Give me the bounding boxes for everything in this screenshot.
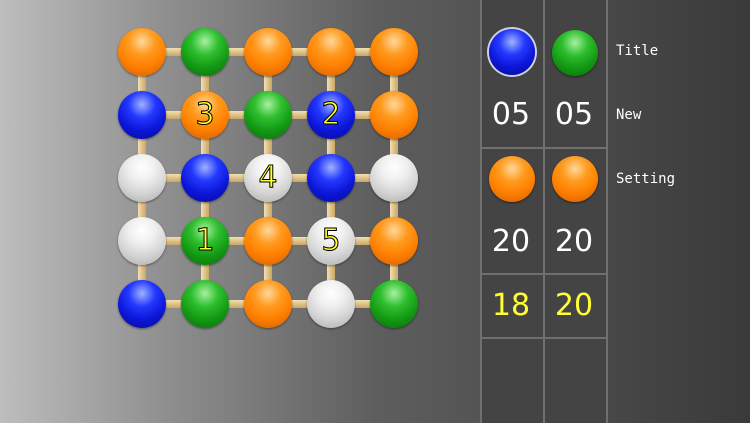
ball-number-label: 3: [195, 97, 215, 133]
player-1-remaining: 20: [491, 224, 531, 259]
board-ball-orange[interactable]: [244, 280, 292, 328]
panel-divider: [543, 0, 545, 423]
player-2-score: 05: [554, 97, 594, 132]
board-ball-white[interactable]: 5: [307, 217, 355, 265]
title-button[interactable]: Title: [616, 43, 658, 59]
settings-button[interactable]: Setting: [616, 171, 675, 187]
board-ball-green[interactable]: [244, 91, 292, 139]
board-ball-blue[interactable]: [118, 91, 166, 139]
board-ball-green[interactable]: 1: [181, 217, 229, 265]
board-ball-blue[interactable]: [181, 154, 229, 202]
board-ball-blue[interactable]: [307, 154, 355, 202]
board-ball-orange[interactable]: [370, 28, 418, 76]
board-ball-white[interactable]: [118, 154, 166, 202]
panel-divider: [480, 0, 482, 423]
player-2-remaining: 20: [554, 224, 594, 259]
panel-divider: [480, 273, 608, 275]
board-ball-blue[interactable]: 2: [307, 91, 355, 139]
player-1-total: 18: [491, 288, 531, 323]
board-ball-orange[interactable]: 3: [181, 91, 229, 139]
new-game-button[interactable]: New: [616, 107, 641, 123]
board-ball-orange[interactable]: [118, 28, 166, 76]
board-ball-white[interactable]: [118, 217, 166, 265]
player-2-ball-2: [552, 156, 598, 202]
board-ball-green[interactable]: [181, 280, 229, 328]
player-1-ball-2: [489, 156, 535, 202]
board-ball-orange[interactable]: [370, 217, 418, 265]
board-ball-orange[interactable]: [244, 28, 292, 76]
ball-number-label: 5: [321, 223, 341, 259]
board-ball-green[interactable]: [181, 28, 229, 76]
board-ball-orange[interactable]: [307, 28, 355, 76]
board-ball-green[interactable]: [370, 280, 418, 328]
player-1-ball[interactable]: [489, 29, 535, 75]
ball-number-label: 1: [195, 223, 215, 259]
board-ball-white[interactable]: [307, 280, 355, 328]
ball-number-label: 2: [321, 97, 341, 133]
player-1-score: 05: [491, 97, 531, 132]
ball-number-label: 4: [258, 160, 278, 196]
board-ball-orange[interactable]: [244, 217, 292, 265]
board-ball-blue[interactable]: [118, 280, 166, 328]
board-ball-white[interactable]: [370, 154, 418, 202]
board-ball-orange[interactable]: [370, 91, 418, 139]
board-ball-white[interactable]: 4: [244, 154, 292, 202]
player-2-total: 20: [554, 288, 594, 323]
game-board: 3 2 4 1 5: [0, 0, 480, 423]
panel-divider: [480, 337, 608, 339]
panel-divider: [480, 147, 608, 149]
player-2-ball: [552, 30, 598, 76]
panel-divider: [606, 0, 608, 423]
